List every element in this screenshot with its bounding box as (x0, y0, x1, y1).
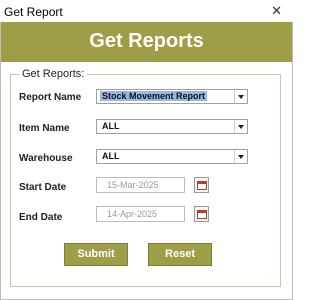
submit-button[interactable]: Submit (64, 243, 128, 266)
end-date-label: End Date (19, 212, 63, 223)
item-name-value: ALL (102, 121, 120, 131)
start-date-field[interactable]: 15-Mar-2025 (96, 177, 185, 193)
end-date-value: 14-Apr-2025 (107, 209, 158, 219)
warehouse-value: ALL (102, 151, 120, 161)
chevron-down-icon[interactable] (234, 90, 247, 103)
close-icon[interactable]: ✕ (271, 3, 282, 19)
warehouse-dropdown[interactable]: ALL (96, 149, 248, 164)
dialog-body: Get Reports Get Reports: Report Name Sto… (0, 22, 293, 300)
item-name-dropdown[interactable]: ALL (96, 119, 248, 134)
window-title: Get Report (4, 5, 63, 19)
title-bar: Get Report ✕ (0, 0, 293, 22)
chevron-down-icon[interactable] (234, 150, 247, 163)
calendar-icon (197, 181, 207, 190)
end-date-calendar-button[interactable] (194, 206, 209, 222)
reset-button[interactable]: Reset (148, 243, 212, 266)
report-name-value: Stock Movement Report (100, 91, 208, 101)
start-date-label: Start Date (19, 182, 67, 193)
header-banner: Get Reports (1, 22, 292, 62)
end-date-field[interactable]: 14-Apr-2025 (96, 206, 185, 222)
report-name-dropdown[interactable]: Stock Movement Report (96, 89, 248, 104)
page-title: Get Reports (89, 30, 204, 52)
calendar-icon (197, 210, 207, 219)
start-date-calendar-button[interactable] (194, 177, 209, 193)
chevron-down-icon[interactable] (234, 120, 247, 133)
start-date-value: 15-Mar-2025 (107, 180, 159, 190)
warehouse-label: Warehouse (19, 153, 73, 164)
item-name-label: Item Name (19, 123, 70, 134)
report-name-label: Report Name (19, 92, 82, 103)
group-legend: Get Reports: (19, 68, 88, 80)
